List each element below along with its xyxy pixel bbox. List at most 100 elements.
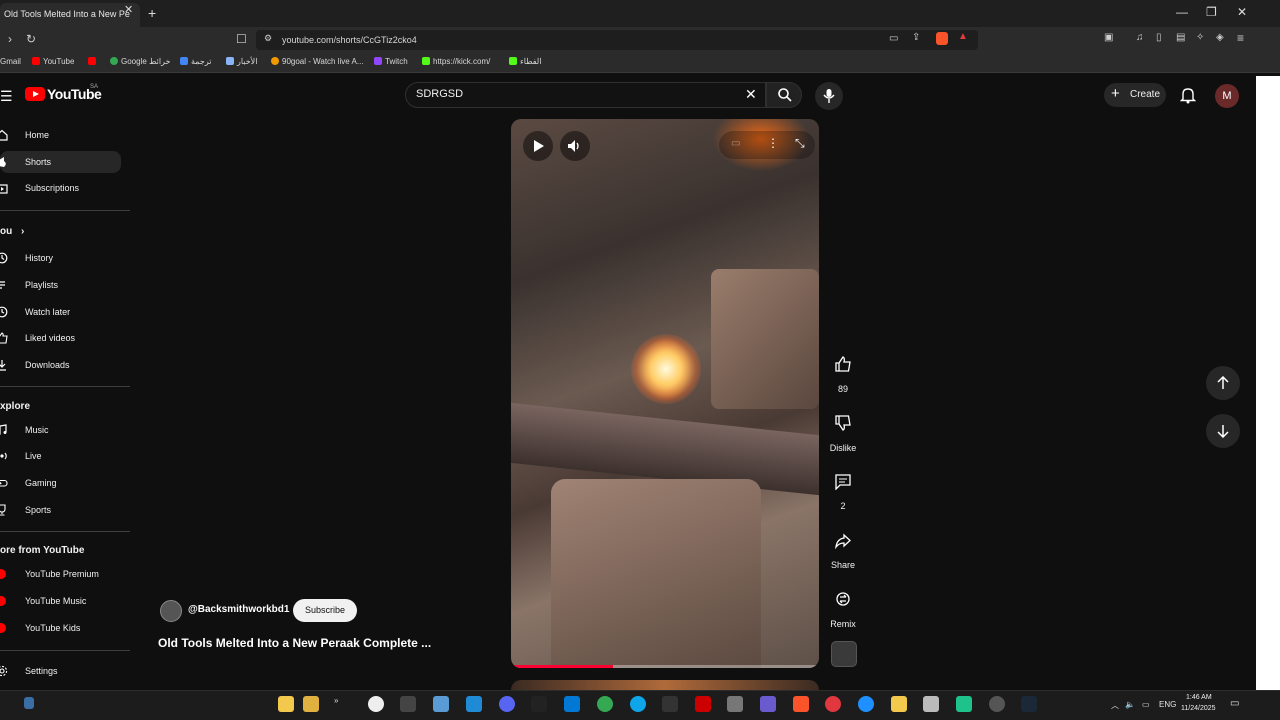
sidebar-item-subscriptions[interactable]: Subscriptions: [0, 177, 121, 199]
next-short-button[interactable]: [1206, 414, 1240, 448]
browser-tab[interactable]: Old Tools Melted Into a New Pe: [0, 3, 140, 27]
like-button[interactable]: [829, 350, 857, 378]
bookmark-icon[interactable]: ☐: [236, 32, 247, 46]
play-button[interactable]: [523, 131, 553, 161]
channel-name[interactable]: @Backsmithworkbd1: [188, 604, 289, 615]
overflow-icon[interactable]: »: [334, 696, 350, 712]
reload-icon[interactable]: ↻: [26, 32, 36, 46]
sidebar-item-settings[interactable]: Settings: [0, 660, 121, 682]
bookmark-90goal[interactable]: 90goal - Watch live A...: [271, 57, 364, 66]
vscode-icon[interactable]: [564, 696, 580, 712]
brave-rewards-icon[interactable]: ▲: [958, 31, 968, 42]
media-icon[interactable]: ♫: [1136, 32, 1144, 43]
green-app-icon[interactable]: [956, 696, 972, 712]
tab-search-icon[interactable]: ▣: [1104, 32, 1113, 43]
site-info-icon[interactable]: ⚙: [264, 33, 272, 44]
bookmark-google-maps[interactable]: Google خرائط: [110, 57, 170, 66]
blue-round-app-icon[interactable]: [858, 696, 874, 712]
leo-ai-icon[interactable]: ✧: [1196, 32, 1204, 43]
chrome-icon[interactable]: [597, 696, 613, 712]
cast-icon[interactable]: ▭: [889, 33, 898, 44]
channel-avatar[interactable]: [160, 600, 182, 622]
generic-app-icon[interactable]: [727, 696, 743, 712]
calculator-icon[interactable]: [400, 696, 416, 712]
bookmark-twitch[interactable]: Twitch: [374, 57, 408, 66]
sidebar-you-heading[interactable]: ou ›: [0, 226, 24, 237]
sidebar-toggle-icon[interactable]: ▯: [1156, 32, 1162, 43]
discord-icon[interactable]: [499, 696, 515, 712]
terminal-icon[interactable]: [662, 696, 678, 712]
url-field[interactable]: youtube.com/shorts/CcGTiz2cko4: [256, 30, 978, 50]
brave-icon[interactable]: [793, 696, 809, 712]
folder-2-icon[interactable]: [891, 696, 907, 712]
sidebar-item-home[interactable]: Home: [0, 124, 121, 146]
fullscreen-icon[interactable]: ⤡: [795, 136, 805, 151]
start-widget-icon[interactable]: [24, 697, 34, 709]
steam-icon[interactable]: [1021, 696, 1037, 712]
bookmark-gmail[interactable]: Gmail: [0, 57, 21, 66]
short-video-player[interactable]: ▭ ⋮ ⤡: [511, 119, 819, 668]
sidebar-item-live[interactable]: Live: [0, 445, 121, 467]
short-title[interactable]: Old Tools Melted Into a New Peraak Compl…: [158, 636, 431, 650]
sidebar-item-music[interactable]: Music: [0, 419, 121, 441]
close-tab-icon[interactable]: ✕: [124, 3, 133, 16]
comments-button[interactable]: [829, 468, 857, 496]
clear-search-icon[interactable]: ✕: [745, 86, 757, 103]
clock-app-icon[interactable]: [368, 696, 384, 712]
red-app-icon[interactable]: [695, 696, 711, 712]
file-explorer-icon[interactable]: [278, 696, 294, 712]
sidebar-item-liked-videos[interactable]: Liked videos: [0, 327, 121, 349]
share-page-icon[interactable]: ⇪: [912, 32, 920, 43]
sidebar-item-history[interactable]: History: [0, 247, 121, 269]
purple-app-icon[interactable]: [760, 696, 776, 712]
guide-menu-icon[interactable]: ☰: [0, 88, 13, 105]
bookmark-kick-2[interactable]: الفطاء: [509, 57, 541, 66]
account-avatar[interactable]: M: [1215, 84, 1239, 108]
next-short-preview[interactable]: [511, 680, 819, 690]
maximize-icon[interactable]: ❐: [1206, 5, 1217, 19]
sidebar-item-youtube-music[interactable]: YouTube Music: [0, 590, 121, 612]
sidebar-item-downloads[interactable]: Downloads: [0, 354, 121, 376]
previous-short-button[interactable]: [1206, 366, 1240, 400]
brave-shield-icon[interactable]: [936, 32, 948, 45]
taskbar-date[interactable]: 11/24/2025: [1181, 705, 1216, 712]
search-button[interactable]: [766, 82, 802, 108]
bookmark-youtube-2[interactable]: [88, 57, 99, 66]
speaker-icon[interactable]: 🔈: [1125, 700, 1135, 709]
dislike-button[interactable]: [829, 409, 857, 437]
sidebar-item-gaming[interactable]: Gaming: [0, 472, 121, 494]
network-icon[interactable]: ▭: [1142, 700, 1150, 709]
sidebar-item-watch-later[interactable]: Watch later: [0, 301, 121, 323]
tray-chevron-icon[interactable]: ︿: [1111, 700, 1119, 711]
bookmark-youtube[interactable]: YouTube: [32, 57, 74, 66]
remix-button[interactable]: [829, 585, 857, 613]
copilot-icon[interactable]: [433, 696, 449, 712]
chat-app-icon[interactable]: [923, 696, 939, 712]
youtube-logo-icon[interactable]: [25, 87, 45, 101]
close-window-icon[interactable]: ✕: [1237, 5, 1247, 19]
language-indicator[interactable]: ENG: [1159, 700, 1176, 709]
sidebar-item-sports[interactable]: Sports: [0, 499, 121, 521]
notifications-icon[interactable]: ▭: [1230, 698, 1239, 709]
folder-icon[interactable]: [303, 696, 319, 712]
edge-icon[interactable]: [630, 696, 646, 712]
sidebar-item-playlists[interactable]: Playlists: [0, 274, 121, 296]
github-icon[interactable]: [989, 696, 1005, 712]
captions-icon[interactable]: ▭: [731, 138, 740, 149]
sound-thumbnail[interactable]: [831, 641, 857, 667]
minimize-icon[interactable]: —: [1176, 5, 1188, 19]
bookmark-news[interactable]: الأخبار: [226, 57, 257, 66]
store-icon[interactable]: [466, 696, 482, 712]
wallet-icon[interactable]: ▤: [1176, 32, 1185, 43]
sidebar-item-youtube-premium[interactable]: YouTube Premium: [0, 563, 121, 585]
bookmark-kick[interactable]: https://kick.com/: [422, 57, 490, 66]
menu-icon[interactable]: ≡: [1237, 31, 1244, 45]
subscribe-button[interactable]: Subscribe: [293, 599, 357, 622]
red-round-app-icon[interactable]: [825, 696, 841, 712]
share-button[interactable]: [829, 527, 857, 555]
capcut-icon[interactable]: [531, 696, 547, 712]
sidebar-item-shorts[interactable]: Shorts: [0, 151, 121, 173]
volume-button[interactable]: [560, 131, 590, 161]
new-tab-icon[interactable]: +: [148, 5, 156, 21]
bookmark-translate[interactable]: ترجمة: [180, 57, 212, 66]
